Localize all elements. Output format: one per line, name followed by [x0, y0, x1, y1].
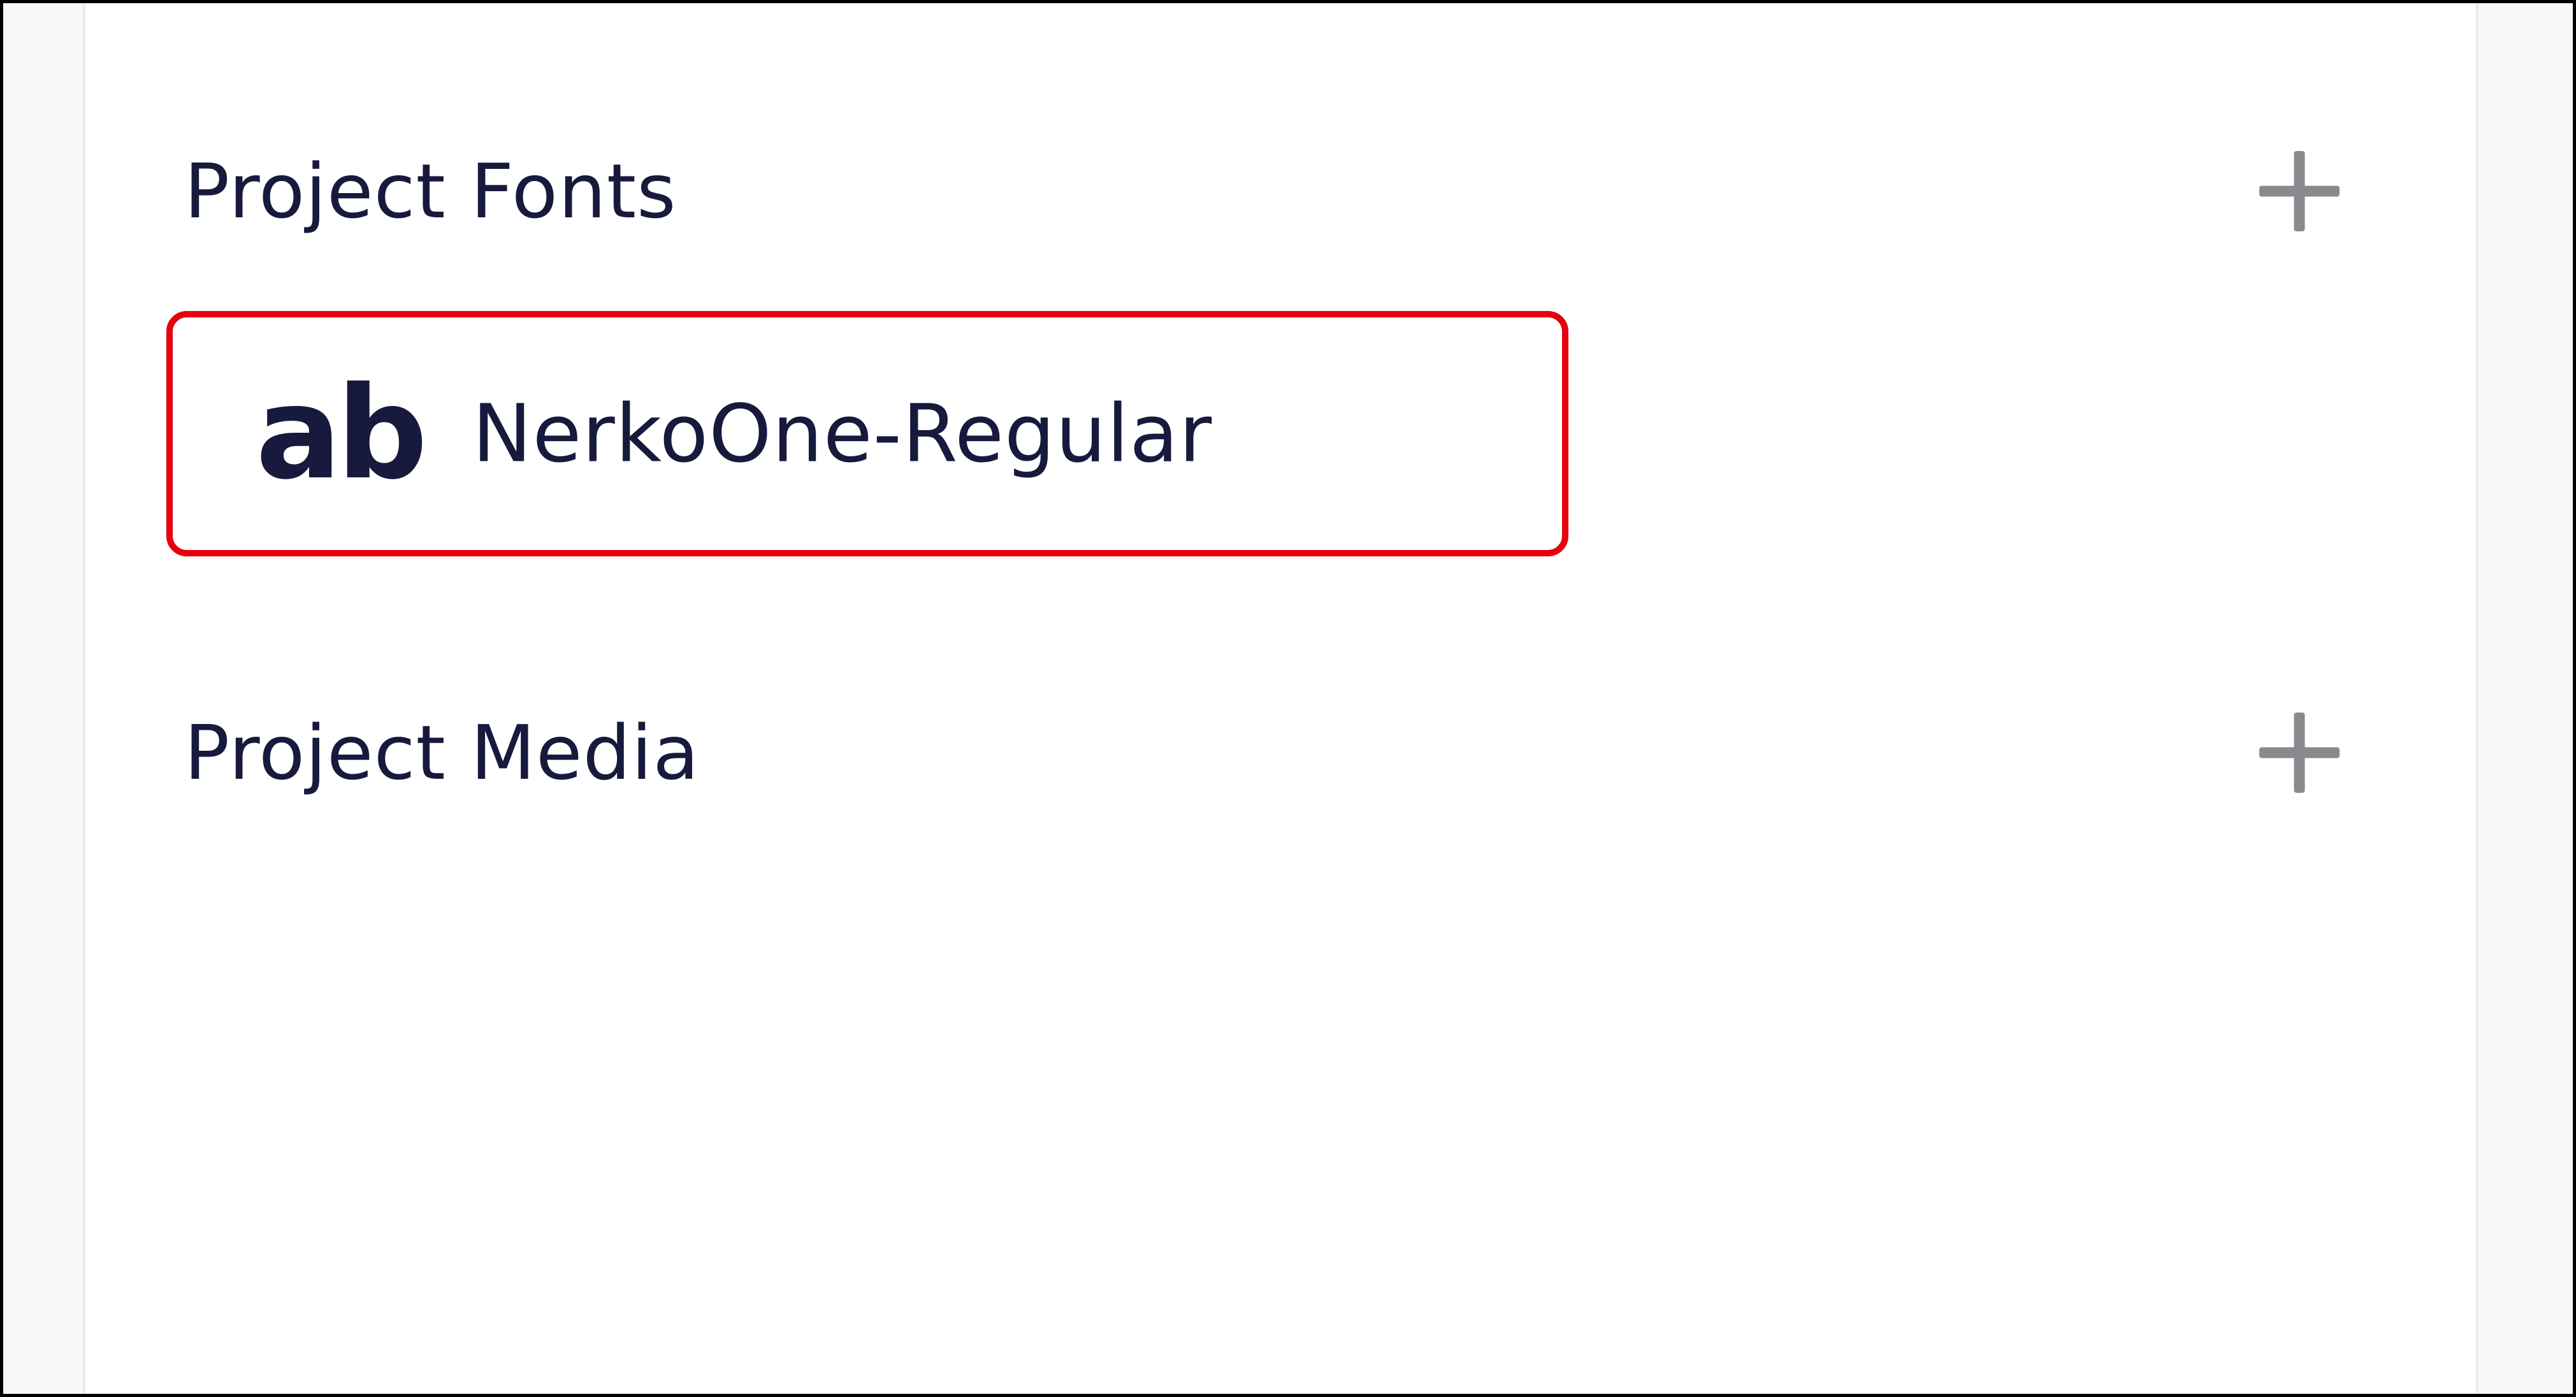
left-gutter: [3, 3, 85, 1394]
project-fonts-title: Project Fonts: [184, 147, 677, 235]
font-preview-icon: ab: [256, 359, 428, 508]
right-gutter: [2476, 3, 2573, 1394]
add-font-button[interactable]: [2252, 143, 2347, 239]
font-list-item[interactable]: ab NerkoOne-Regular: [166, 311, 1568, 556]
add-media-button[interactable]: [2252, 705, 2347, 800]
project-fonts-header: Project Fonts: [88, 127, 2473, 255]
assets-panel: Project Fonts ab NerkoOne-Regular Projec…: [88, 3, 2473, 1394]
font-name-label: NerkoOne-Regular: [472, 387, 1213, 480]
project-media-header: Project Media: [88, 689, 2473, 816]
screenshot-frame: Project Fonts ab NerkoOne-Regular Projec…: [0, 0, 2576, 1397]
project-media-title: Project Media: [184, 709, 700, 797]
